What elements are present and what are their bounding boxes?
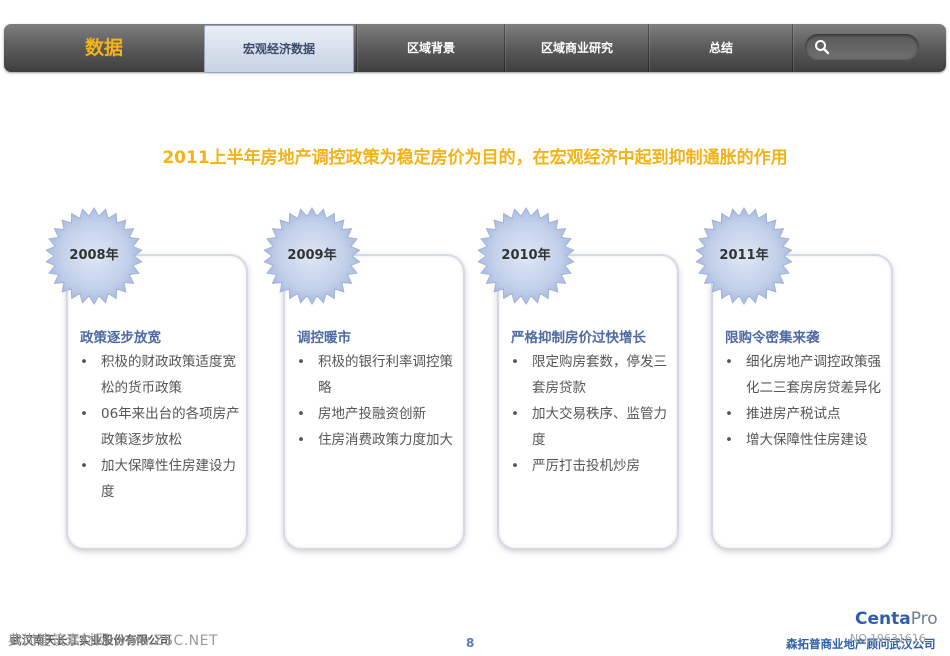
- search-icon: [815, 40, 830, 55]
- year-label: 2010年: [501, 248, 551, 263]
- list-item: 加大保障性住房建设力度: [80, 453, 244, 505]
- watermark-id: NO.19631616: [850, 632, 926, 645]
- list-item: 增大保障性住房建设: [725, 427, 889, 453]
- card-title: 严格抑制房价过快增长: [511, 330, 646, 346]
- bullet-list: 积极的财政政策适度宽松的货币政策 06年来出台的各项房产政策逐步放松 加大保障性…: [80, 349, 244, 505]
- watermark-text: 典尚建筑素材网 www.ZSC.NET: [8, 633, 219, 649]
- year-label: 2011年: [719, 248, 769, 263]
- bullet-list: 积极的银行利率调控策略 房地产投融资创新 住房消费政策力度加大: [297, 349, 461, 453]
- bullet-list: 限定购房套数，停发三套房贷款 加大交易秩序、监管力度 严厉打击投机炒房: [511, 349, 675, 479]
- card-title: 限购令密集来袭: [725, 330, 820, 346]
- logo-part-a: Centa: [855, 609, 911, 629]
- card-title: 调控暖市: [297, 330, 351, 346]
- year-seal-2011: 2011年: [692, 204, 796, 308]
- search-area: [792, 24, 947, 72]
- page-number: 8: [466, 636, 475, 650]
- list-item: 积极的财政政策适度宽松的货币政策: [80, 349, 244, 401]
- year-seal-2010: 2010年: [474, 204, 578, 308]
- tab-regional-background[interactable]: 区域背景: [356, 24, 505, 72]
- year-label: 2008年: [69, 248, 119, 263]
- tab-macro-economy[interactable]: 宏观经济数据: [204, 25, 354, 73]
- year-seal-2008: 2008年: [42, 204, 146, 308]
- list-item: 严厉打击投机炒房: [511, 453, 675, 479]
- logo-part-b: Pro: [910, 609, 938, 629]
- list-item: 限定购房套数，停发三套房贷款: [511, 349, 675, 401]
- page-headline: 2011上半年房地产调控政策为稳定房价为目的，在宏观经济中起到抑制通胀的作用: [162, 148, 788, 168]
- top-nav-bar: 数据 宏观经济数据 区域背景 区域商业研究 总结: [4, 24, 947, 73]
- list-item: 加大交易秩序、监管力度: [511, 401, 675, 453]
- centapro-logo: CentaPro: [855, 609, 938, 629]
- list-item: 推进房产税试点: [725, 401, 889, 427]
- tab-summary[interactable]: 总结: [648, 24, 793, 72]
- nav-brand[interactable]: 数据: [4, 24, 204, 72]
- year-seal-2009: 2009年: [260, 204, 364, 308]
- search-input[interactable]: [805, 34, 919, 60]
- year-label: 2009年: [287, 248, 337, 263]
- list-item: 住房消费政策力度加大: [297, 427, 461, 453]
- bullet-list: 细化房地产调控政策强化二三套房房贷差异化 推进房产税试点 增大保障性住房建设: [725, 349, 889, 453]
- list-item: 积极的银行利率调控策略: [297, 349, 461, 401]
- list-item: 细化房地产调控政策强化二三套房房贷差异化: [725, 349, 889, 401]
- card-title: 政策逐步放宽: [80, 330, 161, 346]
- tab-regional-commerce[interactable]: 区域商业研究: [504, 24, 649, 72]
- list-item: 房地产投融资创新: [297, 401, 461, 427]
- list-item: 06年来出台的各项房产政策逐步放松: [80, 401, 244, 453]
